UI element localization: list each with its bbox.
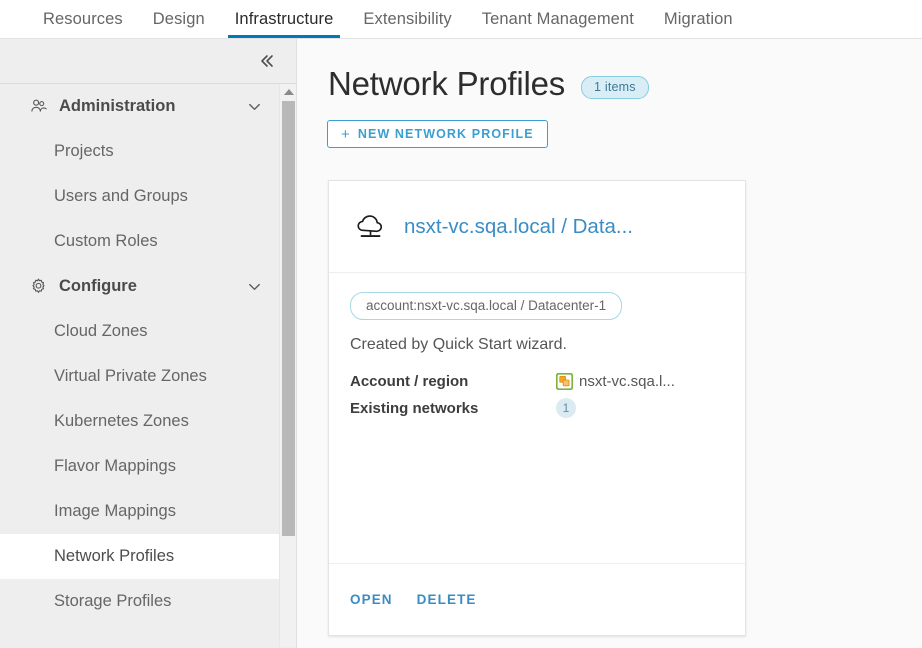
detail-value: 1: [556, 394, 724, 422]
sidebar-item-users-and-groups[interactable]: Users and Groups: [0, 174, 296, 219]
nav-tab-extensibility[interactable]: Extensibility: [348, 0, 466, 38]
card-details-table: Account / region nsxt-vc.sqa.l... Existi…: [350, 369, 724, 422]
card-header: nsxt-vc.sqa.local / Data...: [329, 181, 745, 273]
card-description: Created by Quick Start wizard.: [350, 336, 567, 353]
sidebar-item-kubernetes-zones[interactable]: Kubernetes Zones: [0, 399, 296, 444]
sidebar-item-image-mappings[interactable]: Image Mappings: [0, 489, 296, 534]
scroll-up-arrow-icon[interactable]: [280, 84, 296, 99]
card-body: account:nsxt-vc.sqa.local / Datacenter-1…: [329, 273, 745, 563]
detail-value: nsxt-vc.sqa.l...: [556, 369, 724, 394]
top-navigation-bar: Resources Design Infrastructure Extensib…: [0, 0, 922, 39]
sidebar-item-cloud-zones[interactable]: Cloud Zones: [0, 309, 296, 354]
sidebar-scrollbar[interactable]: [279, 84, 296, 647]
sidebar-nav-list: Administration Projects Users and Groups…: [0, 84, 296, 647]
sidebar-item-virtual-private-zones[interactable]: Virtual Private Zones: [0, 354, 296, 399]
sidebar-item-network-profiles[interactable]: Network Profiles: [0, 534, 296, 579]
sidebar-scrollbar-thumb[interactable]: [282, 101, 295, 536]
detail-row-existing-networks: Existing networks 1: [350, 394, 724, 422]
sidebar-group-label: Configure: [59, 277, 137, 295]
open-button[interactable]: OPEN: [350, 592, 393, 607]
sidebar-group-label: Administration: [59, 97, 176, 115]
sidebar-group-administration[interactable]: Administration: [0, 84, 296, 129]
card-title-link[interactable]: nsxt-vc.sqa.local / Data...: [404, 215, 633, 239]
delete-button[interactable]: DELETE: [417, 592, 477, 607]
sidebar-item-projects[interactable]: Projects: [0, 129, 296, 174]
chevron-down-icon[interactable]: [246, 99, 262, 115]
plus-icon: +: [341, 125, 351, 143]
new-network-profile-label: NEW NETWORK PROFILE: [357, 127, 534, 141]
detail-key: Account / region: [350, 373, 469, 390]
detail-row-account-region: Account / region nsxt-vc.sqa.l...: [350, 369, 724, 394]
chevron-down-icon[interactable]: [246, 279, 262, 295]
sidebar-item-flavor-mappings[interactable]: Flavor Mappings: [0, 444, 296, 489]
items-count-badge: 1 items: [581, 75, 649, 99]
nav-tab-infrastructure[interactable]: Infrastructure: [220, 0, 349, 38]
cloud-network-icon: [350, 206, 392, 248]
vsphere-icon: [556, 373, 573, 390]
sidebar-group-configure[interactable]: Configure: [0, 264, 296, 309]
nav-tab-tenant-management[interactable]: Tenant Management: [467, 0, 649, 38]
detail-value-text: nsxt-vc.sqa.l...: [579, 373, 675, 390]
new-network-profile-button[interactable]: + NEW NETWORK PROFILE: [327, 120, 548, 148]
double-chevron-left-icon[interactable]: [256, 50, 278, 72]
page-title: Network Profiles: [328, 65, 566, 102]
sidebar-item-storage-profiles[interactable]: Storage Profiles: [0, 579, 296, 624]
card-footer: OPEN DELETE: [329, 563, 745, 635]
account-tag-pill[interactable]: account:nsxt-vc.sqa.local / Datacenter-1: [350, 292, 623, 320]
sidebar-collapse-bar: [0, 39, 296, 84]
users-group-icon: [28, 97, 48, 117]
page-header: Network Profiles 1 items: [297, 39, 922, 103]
sidebar-item-custom-roles[interactable]: Custom Roles: [0, 219, 296, 264]
nav-tab-migration[interactable]: Migration: [649, 0, 748, 38]
nav-tab-design[interactable]: Design: [138, 0, 220, 38]
existing-networks-count-badge: 1: [556, 398, 576, 418]
sidebar: Administration Projects Users and Groups…: [0, 39, 297, 648]
nav-tab-resources[interactable]: Resources: [28, 0, 138, 38]
detail-key: Existing networks: [350, 399, 479, 417]
gear-icon: [28, 277, 48, 297]
main-content: Network Profiles 1 items + NEW NETWORK P…: [297, 39, 922, 648]
network-profile-card[interactable]: nsxt-vc.sqa.local / Data... account:nsxt…: [328, 180, 746, 636]
